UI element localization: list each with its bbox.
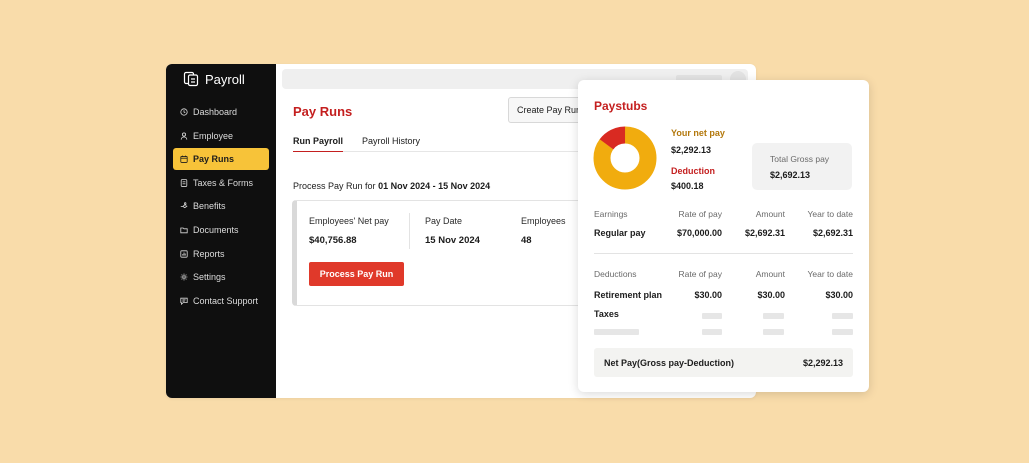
sidebar-item-taxes-forms[interactable]: Taxes & Forms <box>173 172 269 194</box>
sidebar-item-label: Dashboard <box>193 107 238 117</box>
paystub-title: Paystubs <box>594 99 648 113</box>
placeholder-bar <box>702 313 722 319</box>
sidebar-item-label: Settings <box>193 272 226 283</box>
sidebar-item-label: Documents <box>193 224 239 235</box>
sidebar-nav: Dashboard Employee Pay Runs Taxes & Form… <box>173 101 269 313</box>
net-pay-summary-value: $2,292.13 <box>802 358 843 368</box>
col-header: Rate of pay <box>678 209 722 219</box>
col-header: Earnings <box>594 209 628 219</box>
deduction-label: Deduction <box>671 166 715 176</box>
section-divider <box>594 253 853 254</box>
col-header: Rate of pay <box>678 269 722 279</box>
cell: $30.00 <box>757 290 785 300</box>
tab-run-payroll[interactable]: Run Payroll <box>293 136 344 152</box>
earnings-header: Earnings Rate of pay Amount Year to date <box>594 209 853 221</box>
person-icon <box>180 132 188 140</box>
sidebar-item-documents[interactable]: Documents <box>173 219 269 241</box>
sidebar: Payroll Dashboard Employee Pay Runs Taxe… <box>166 64 276 398</box>
stat-value: 15 Nov 2024 <box>425 235 480 246</box>
table-row: Retirement plan $30.00 $30.00 $30.00 <box>594 290 853 302</box>
gross-pay-box: Total Gross pay $2,692.13 <box>752 143 852 190</box>
brand[interactable]: Payroll <box>183 71 245 87</box>
gross-pay-label: Total Gross pay <box>770 154 830 164</box>
gear-icon <box>180 273 188 281</box>
message-icon <box>180 297 188 305</box>
sidebar-item-reports[interactable]: Reports <box>173 243 269 265</box>
sidebar-item-label: Contact Support <box>193 295 259 306</box>
gross-pay-value: $2,692.13 <box>770 170 811 180</box>
sidebar-item-dashboard[interactable]: Dashboard <box>173 101 269 123</box>
stat-label: Employees <box>521 216 566 226</box>
col-header: Year to date <box>807 209 853 219</box>
sidebar-item-label: Taxes & Forms <box>193 177 254 188</box>
placeholder-bar <box>702 329 722 335</box>
sidebar-item-label: Pay Runs <box>193 154 235 165</box>
sidebar-item-employee[interactable]: Employee <box>173 125 269 147</box>
col-header: Amount <box>755 209 785 219</box>
cell: $2,692.31 <box>812 228 853 238</box>
cell: $30.00 <box>694 290 722 300</box>
table-row: Regular pay $70,000.00 $2,692.31 $2,692.… <box>594 228 853 240</box>
placeholder-bar <box>594 329 639 335</box>
stat-net-pay: Employees' Net pay $40,756.88 <box>309 216 389 246</box>
payroll-logo-icon <box>183 71 199 87</box>
stat-value: 48 <box>521 235 532 246</box>
pay-donut-chart <box>593 126 657 190</box>
brand-name: Payroll <box>205 71 245 87</box>
pay-period-prefix: Process Pay Run for <box>293 181 376 191</box>
sidebar-item-label: Benefits <box>193 201 226 212</box>
cell: $30.00 <box>825 290 853 300</box>
col-header: Year to date <box>807 269 853 279</box>
sidebar-item-label: Reports <box>193 248 225 259</box>
pay-period: Process Pay Run for 01 Nov 2024 - 15 Nov… <box>293 181 490 191</box>
col-header: Amount <box>755 269 785 279</box>
benefit-icon <box>180 202 188 209</box>
stat-employees: Employees 48 <box>521 216 566 246</box>
cell: Retirement plan <box>594 290 663 300</box>
cell: $2,692.31 <box>744 228 785 238</box>
tab-bar: Run Payroll Payroll History <box>293 132 578 152</box>
stat-pay-date: Pay Date 15 Nov 2024 <box>425 216 480 246</box>
net-pay-value: $2,292.13 <box>671 145 712 155</box>
net-pay-summary: Net Pay(Gross pay-Deduction) $2,292.13 <box>594 348 853 377</box>
placeholder-bar <box>763 313 784 319</box>
stat-divider <box>409 213 410 249</box>
table-row: Taxes <box>594 309 853 321</box>
net-pay-summary-label: Net Pay(Gross pay-Deduction) <box>604 358 735 368</box>
sidebar-item-contact-support[interactable]: Contact Support <box>173 290 269 312</box>
cell: $70,000.00 <box>676 228 722 238</box>
stat-label: Employees' Net pay <box>309 216 389 226</box>
page-title: Pay Runs <box>293 104 353 119</box>
deduction-value: $400.18 <box>671 181 704 191</box>
tab-payroll-history[interactable]: Payroll History <box>362 136 420 146</box>
sidebar-item-benefits[interactable]: Benefits <box>173 195 269 217</box>
sidebar-item-pay-runs[interactable]: Pay Runs <box>173 148 269 171</box>
sidebar-item-label: Employee <box>193 130 234 141</box>
clock-icon <box>180 108 188 116</box>
folder-icon <box>180 227 188 234</box>
stat-label: Pay Date <box>425 216 463 226</box>
process-pay-run-button[interactable]: Process Pay Run <box>309 262 404 286</box>
chart-icon <box>180 249 188 258</box>
stat-value: $40,756.88 <box>309 235 357 246</box>
sidebar-item-settings[interactable]: Settings <box>173 266 269 288</box>
calendar-icon <box>180 155 188 164</box>
placeholder-bar <box>832 329 853 335</box>
pay-period-range: 01 Nov 2024 - 15 Nov 2024 <box>378 181 491 191</box>
deductions-header: Deductions Rate of pay Amount Year to da… <box>594 269 853 281</box>
cell: Regular pay <box>594 228 646 238</box>
paystub-card: Paystubs Your net pay $2,292.13 Deductio… <box>578 80 869 392</box>
placeholder-bar <box>832 313 853 319</box>
placeholder-bar <box>763 329 784 335</box>
cell: Taxes <box>594 309 619 319</box>
file-icon <box>180 179 188 187</box>
net-pay-label: Your net pay <box>671 128 725 138</box>
pay-run-card: Employees' Net pay $40,756.88 Pay Date 1… <box>292 200 592 306</box>
col-header: Deductions <box>594 269 637 279</box>
